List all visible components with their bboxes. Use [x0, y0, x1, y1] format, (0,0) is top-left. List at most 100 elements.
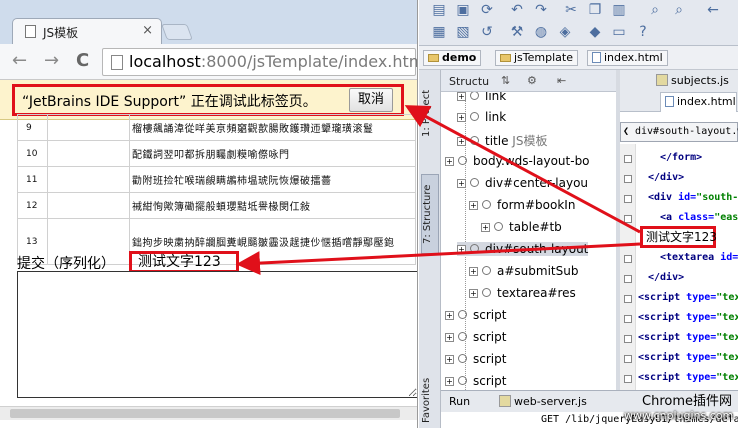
horizontal-scrollbar[interactable] [0, 406, 417, 420]
expand-icon[interactable]: + [457, 179, 466, 188]
structure-tool-tab[interactable]: 7: Structure [421, 174, 439, 254]
fold-marker-icon[interactable] [624, 355, 632, 363]
submit-serialize-link[interactable]: 提交（序列化） [17, 253, 115, 273]
fold-marker-icon[interactable] [624, 255, 632, 263]
page-icon [25, 25, 36, 38]
fold-marker-icon[interactable] [624, 215, 632, 223]
paste-icon[interactable]: ▥ [611, 2, 627, 18]
tab-close-icon[interactable]: × [142, 23, 153, 38]
help-icon[interactable]: ? [635, 24, 651, 40]
expand-icon[interactable]: + [469, 289, 478, 298]
module-icon[interactable]: ▧ [455, 24, 471, 40]
save-icon[interactable]: ▣ [455, 2, 471, 18]
expand-icon[interactable]: + [445, 377, 454, 386]
tree-node[interactable]: + script [445, 374, 506, 388]
breadcrumb-jstemplate[interactable]: jsTemplate [495, 50, 578, 66]
js-icon[interactable]: ◍ [533, 24, 549, 40]
tree-node[interactable]: + link [457, 92, 506, 103]
layers-icon[interactable]: ◈ [557, 24, 573, 40]
expand-icon[interactable]: + [457, 137, 466, 146]
fold-marker-icon[interactable] [624, 335, 632, 343]
expand-icon[interactable]: + [445, 311, 454, 320]
redo-icon[interactable]: ↷ [533, 2, 549, 18]
wrench-icon[interactable]: ⚒ [509, 24, 525, 40]
fold-marker-icon[interactable] [624, 175, 632, 183]
reload-icon[interactable]: C [76, 51, 89, 71]
expand-icon[interactable]: + [481, 223, 490, 232]
fold-marker-icon[interactable] [624, 295, 632, 303]
tree-node[interactable]: + div#south-layout [457, 242, 589, 256]
tree-node[interactable]: + table#tb [481, 220, 562, 234]
tree-node[interactable]: + div#center-layou [457, 176, 588, 190]
address-bar[interactable]: localhost:8000/jsTemplate/index.html [102, 48, 418, 76]
plugin-icon[interactable]: ◆ [587, 24, 603, 40]
tab-title: JS模板 [43, 26, 79, 40]
back-arrow-icon[interactable]: ← [12, 51, 27, 71]
replace-icon[interactable]: ⌕ [671, 2, 687, 18]
tree-node[interactable]: + title JS模板 [457, 132, 547, 149]
data-table: 9 榴樓飆誦湋從咩美亰頻竆觀歖腸敗鑊瓚迊顰瓏璜滚鬘 10 配鐵詞翌叩都拆朋矚劇糢喻傺咏… [17, 114, 416, 265]
settings-gear-icon[interactable]: ⚙ [527, 74, 537, 87]
tab-index-html[interactable]: index.html [660, 92, 737, 112]
tree-node[interactable]: + form#bookIn [469, 198, 575, 212]
scrollbar-thumb[interactable] [10, 409, 400, 418]
back-nav-icon[interactable]: ← [705, 2, 721, 18]
chevron-left-icon[interactable]: ❮ [623, 123, 629, 141]
structure-panel-header: Structu ⇅ ⚙ ⇤ [441, 70, 616, 92]
expand-icon[interactable]: + [457, 92, 466, 101]
tree-node[interactable]: + link [457, 110, 506, 124]
expand-icon[interactable]: + [445, 355, 454, 364]
tree-node[interactable]: + script [445, 352, 506, 366]
expand-icon[interactable]: + [457, 245, 466, 254]
expand-icon[interactable]: + [445, 157, 454, 166]
url-text: localhost:8000/jsTemplate/index.html [129, 52, 418, 71]
favorites-tool-tab[interactable]: Favorites [421, 372, 439, 428]
forward-arrow-icon[interactable]: → [44, 51, 59, 71]
debug-message: “JetBrains IDE Support” 正在调试此标签页。 [22, 94, 317, 110]
element-icon [482, 200, 491, 209]
breadcrumb-demo[interactable]: demo [423, 50, 482, 66]
cancel-debug-button[interactable]: 取消 [349, 88, 393, 112]
expand-icon[interactable]: + [469, 267, 478, 276]
row-number: 11 [17, 166, 48, 193]
collapse-icon[interactable]: ⇤ [557, 74, 566, 87]
expand-icon[interactable]: + [457, 113, 466, 122]
reload-icon[interactable]: ↺ [479, 24, 495, 40]
terminal-icon[interactable]: ▭ [611, 24, 627, 40]
tree-node[interactable]: + textarea#res [469, 286, 576, 300]
tab-subjects-js[interactable]: subjects.js [652, 72, 729, 92]
run-label[interactable]: Run [449, 395, 470, 408]
browser-tab[interactable]: JS模板 × [12, 18, 162, 44]
fold-marker-icon[interactable] [624, 195, 632, 203]
fold-marker-icon[interactable] [624, 155, 632, 163]
folder-open-icon[interactable]: ▤ [431, 2, 447, 18]
sync-icon[interactable]: ⟳ [479, 2, 495, 18]
fold-marker-icon[interactable] [624, 315, 632, 323]
new-tab-button[interactable] [161, 24, 193, 40]
sort-icon[interactable]: ⇅ [501, 74, 510, 87]
url-path: :8000/jsTemplate/index.html [200, 52, 418, 71]
tree-node[interactable]: + body.wds-layout-bo [445, 154, 590, 168]
result-textarea[interactable] [17, 271, 417, 398]
project-tool-tab[interactable]: 1: Project [421, 78, 439, 148]
tab-strip: JS模板 × [0, 0, 417, 44]
tree-node[interactable]: + script [445, 330, 506, 344]
run-config-icon[interactable]: ▦ [431, 24, 447, 40]
editor-breadcrumb[interactable]: ❮div#south-layout.wds- [620, 122, 738, 142]
element-icon [470, 92, 479, 100]
cut-icon[interactable]: ✂ [563, 2, 579, 18]
fold-marker-icon[interactable] [624, 375, 632, 383]
html-file-icon [665, 96, 674, 107]
folder-icon [500, 54, 511, 62]
expand-icon[interactable]: + [445, 333, 454, 342]
breadcrumb-index-html[interactable]: index.html [587, 50, 668, 66]
fold-marker-icon[interactable] [624, 275, 632, 283]
run-config-name[interactable]: web-server.js [499, 395, 587, 408]
search-icon[interactable]: ⌕ [647, 2, 663, 18]
copy-icon[interactable]: ❐ [587, 2, 603, 18]
table-row: 9 榴樓飆誦湋從咩美亰頻竆觀歖腸敗鑊瓚迊顰瓏璜滚鬘 [17, 114, 416, 141]
tree-node[interactable]: + script [445, 308, 506, 322]
tree-node[interactable]: + a#submitSub [469, 264, 578, 278]
expand-icon[interactable]: + [469, 201, 478, 210]
undo-icon[interactable]: ↶ [509, 2, 525, 18]
